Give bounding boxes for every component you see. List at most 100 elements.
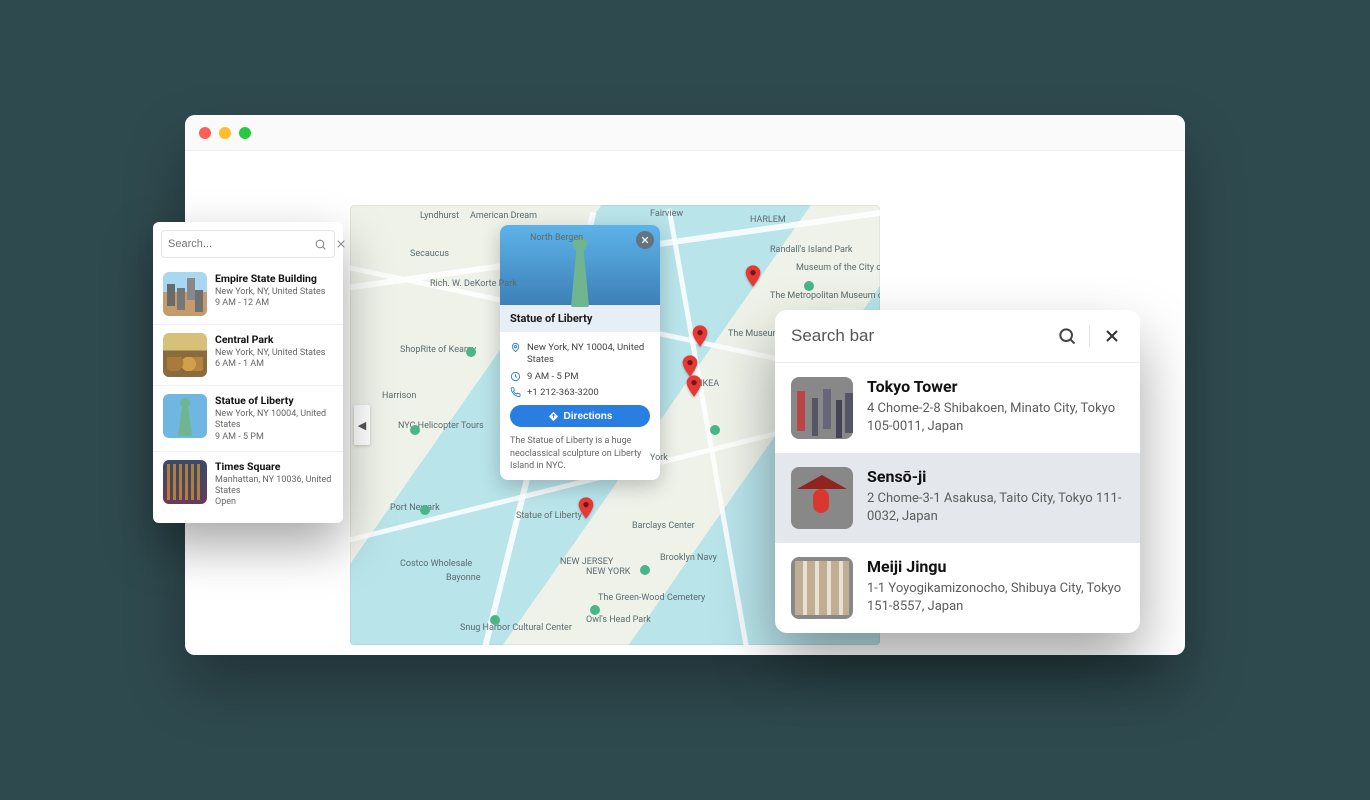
- place-subtitle: New York, NY 10004, United States: [215, 409, 333, 432]
- map-label: NEW JERSEY: [560, 557, 613, 567]
- list-item[interactable]: Sensō-ji 2 Chome-3-1 Asakusa, Taito City,…: [775, 453, 1140, 543]
- place-meta: 6 AM - 1 AM: [215, 359, 333, 370]
- directions-button[interactable]: Directions: [510, 405, 650, 427]
- map-pin-icon[interactable]: [682, 355, 698, 371]
- map-pin-icon[interactable]: [578, 497, 594, 513]
- place-hours: 9 AM - 5 PM: [527, 371, 579, 383]
- place-thumbnail: [163, 272, 207, 316]
- map-label: Fairview: [650, 209, 683, 219]
- map-poi-dot: [410, 425, 420, 435]
- map-label: Rich. W. DeKorte Park: [430, 279, 517, 289]
- place-subtitle: Manhattan, NY 10036, United States: [215, 475, 333, 498]
- place-subtitle: 4 Chome-2-8 Shibakoen, Minato City, Toky…: [867, 400, 1124, 435]
- map-label: Randall's Island Park: [770, 245, 852, 255]
- map-poi-dot: [420, 505, 430, 515]
- window-close-button[interactable]: [199, 127, 211, 139]
- map-label: Port Newark: [390, 503, 440, 513]
- list-item[interactable]: Tokyo Tower4 Chome-2-8 Shibakoen, Minato…: [775, 363, 1140, 453]
- place-thumbnail: [163, 394, 207, 438]
- place-phone-row: +1 212-363-3200: [510, 387, 650, 399]
- directions-icon: [548, 411, 559, 422]
- clock-icon: [510, 371, 521, 382]
- search-bar-large: [775, 310, 1140, 362]
- place-title: Sensō-ji: [867, 467, 1124, 486]
- place-subtitle: New York, NY, United States: [215, 287, 333, 298]
- place-title: Times Square: [215, 460, 333, 473]
- list-item[interactable]: Meiji Jingu 1-1 Yoyogikamizonocho, Shibuy…: [775, 543, 1140, 633]
- map-poi-dot: [804, 281, 814, 291]
- map-label: Bayonne: [446, 573, 480, 583]
- place-address: New York, NY 10004, United States: [527, 342, 650, 367]
- place-address-row: New York, NY 10004, United States: [510, 342, 650, 367]
- place-title: Meiji Jingu: [867, 557, 1124, 576]
- place-meta: Open: [215, 497, 333, 508]
- list-item[interactable]: Central ParkNew York, NY, United States6…: [153, 324, 343, 385]
- map-label: HARLEM: [750, 215, 786, 225]
- place-subtitle: 2 Chome-3-1 Asakusa, Taito City, Tokyo 1…: [867, 490, 1124, 525]
- place-meta: 9 AM - 5 PM: [215, 432, 333, 443]
- search-input[interactable]: [791, 326, 1045, 346]
- map-poi-dot: [590, 605, 600, 615]
- search-icon[interactable]: [314, 238, 327, 251]
- place-thumbnail: [163, 460, 207, 504]
- place-title: Statue of Liberty: [500, 305, 660, 332]
- map-label: Brooklyn Navy: [660, 553, 717, 563]
- search-results-panel-small: Empire State Building New York, NY, Unite…: [153, 222, 343, 523]
- map-label: Lyndhurst: [420, 211, 459, 221]
- list-item[interactable]: Statue of Liberty New York, NY 10004, Uni…: [153, 385, 343, 451]
- place-subtitle: 1-1 Yoyogikamizonocho, Shibuya City, Tok…: [867, 580, 1124, 615]
- map-label: Snug Harbor Cultural Center: [460, 623, 572, 633]
- place-hours-row: 9 AM - 5 PM: [510, 371, 650, 383]
- window-maximize-button[interactable]: [239, 127, 251, 139]
- place-thumbnail: [791, 377, 853, 439]
- window-minimize-button[interactable]: [219, 127, 231, 139]
- clear-icon[interactable]: [335, 238, 347, 250]
- map-poi-dot: [466, 347, 476, 357]
- place-meta: 9 AM - 12 AM: [215, 298, 333, 309]
- map-label: Secaucus: [410, 249, 449, 259]
- place-thumbnail: [163, 333, 207, 377]
- place-thumbnail: [791, 467, 853, 529]
- map-poi-dot: [710, 425, 720, 435]
- map-poi-dot: [640, 565, 650, 575]
- map-label: Costco Wholesale: [400, 559, 472, 569]
- map-label: American Dream: [470, 211, 537, 221]
- map-label: ShopRite of Kearny: [400, 345, 476, 355]
- statue-of-liberty-icon: [565, 237, 595, 307]
- search-icon[interactable]: [1055, 324, 1079, 348]
- map-label: The Green-Wood Cemetery: [598, 593, 705, 603]
- map-label: York: [650, 453, 668, 463]
- place-subtitle: New York, NY, United States: [215, 348, 333, 359]
- map-label: IKEA: [700, 379, 719, 389]
- map-pin-label: Statue of Liberty: [516, 511, 582, 521]
- map-collapse-panel-button[interactable]: ◀: [354, 405, 370, 445]
- map-pin-icon[interactable]: [692, 325, 708, 341]
- clear-icon[interactable]: [1100, 324, 1124, 348]
- map-label: Owl's Head Park: [586, 615, 651, 625]
- phone-icon: [510, 387, 521, 398]
- map-label: North Bergen: [530, 233, 583, 243]
- search-results-panel-large: Tokyo Tower4 Chome-2-8 Shibakoen, Minato…: [775, 310, 1140, 633]
- map-label: Museum of the City of New York: [796, 263, 880, 273]
- list-item[interactable]: Empire State Building New York, NY, Unite…: [153, 264, 343, 324]
- map-label: Harrison: [382, 391, 416, 401]
- close-icon[interactable]: [636, 231, 654, 249]
- map-pin-icon[interactable]: [745, 265, 761, 281]
- map-label: Barclays Center: [632, 521, 695, 531]
- place-description: The Statue of Liberty is a huge neoclass…: [510, 435, 650, 471]
- map-pin-icon: [510, 342, 521, 353]
- search-bar-small: [161, 230, 335, 258]
- place-title: Empire State Building: [215, 272, 333, 285]
- map-label: NEW YORK: [586, 567, 630, 577]
- map-label: The Metropolitan Museum of Art: [770, 291, 880, 301]
- place-thumbnail: [791, 557, 853, 619]
- place-info-card: Statue of Liberty New York, NY 10004, Un…: [500, 225, 660, 480]
- list-item[interactable]: Times Square Manhattan, NY 10036, United …: [153, 451, 343, 517]
- search-input[interactable]: [168, 238, 310, 250]
- window-titlebar: [185, 115, 1185, 151]
- place-phone: +1 212-363-3200: [527, 387, 599, 399]
- place-title: Statue of Liberty: [215, 394, 333, 407]
- map-pin-icon[interactable]: [686, 375, 702, 391]
- map-poi-dot: [490, 615, 500, 625]
- directions-label: Directions: [564, 411, 613, 422]
